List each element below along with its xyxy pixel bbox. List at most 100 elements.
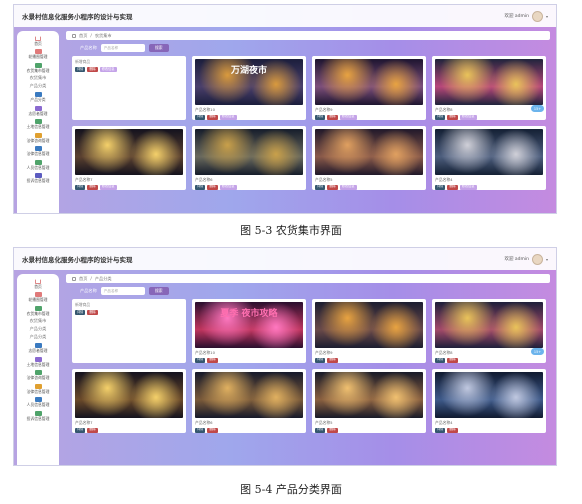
product-image[interactable] bbox=[435, 302, 543, 348]
sidebar-item[interactable]: 法律咨询管理 bbox=[17, 369, 59, 383]
edit-button[interactable]: 修改信息 bbox=[339, 114, 357, 120]
card-buttons: 详情 删除 修改信息 bbox=[195, 184, 303, 190]
app-title: 水景村信息化服务小程序的设计与实现 bbox=[22, 256, 133, 264]
delete-button[interactable]: 删除 bbox=[207, 357, 218, 363]
product-image[interactable] bbox=[75, 372, 183, 418]
home-icon[interactable] bbox=[72, 33, 76, 38]
edit-button[interactable]: 修改信息 bbox=[99, 184, 117, 190]
detail-button[interactable]: 详情 bbox=[435, 357, 446, 363]
edit-button[interactable]: 修改信息 bbox=[219, 184, 237, 190]
detail-button[interactable]: 详情 bbox=[315, 427, 326, 433]
product-image[interactable] bbox=[315, 302, 423, 348]
detail-button[interactable]: 详情 bbox=[75, 67, 86, 72]
sidebar-item[interactable]: 轮播图管理 bbox=[17, 48, 59, 62]
product-image[interactable]: 夏季 夜市攻略 bbox=[195, 302, 303, 348]
sidebar-item[interactable]: 产品分类 bbox=[17, 326, 59, 334]
search-button[interactable]: 搜索 bbox=[148, 44, 169, 52]
chat-bubble-badge[interactable]: 15+ bbox=[531, 348, 544, 355]
breadcrumb-item[interactable]: 首页 bbox=[79, 276, 87, 282]
avatar[interactable] bbox=[531, 253, 543, 265]
delete-button[interactable]: 删除 bbox=[207, 114, 218, 120]
sidebar-item-label: 法律信息管理 bbox=[26, 388, 50, 394]
delete-button[interactable]: 删除 bbox=[327, 427, 338, 433]
product-image[interactable] bbox=[435, 129, 543, 175]
edit-button[interactable]: 修改信息 bbox=[459, 114, 477, 120]
detail-button[interactable]: 详情 bbox=[75, 427, 86, 433]
delete-button[interactable]: 删除 bbox=[87, 427, 98, 433]
delete-button[interactable]: 删除 bbox=[87, 67, 98, 72]
product-name: 产品名称6 bbox=[195, 177, 213, 182]
product-image[interactable] bbox=[195, 372, 303, 418]
sidebar-item[interactable]: 土地信息管理 bbox=[17, 355, 59, 369]
search-button[interactable]: 搜索 bbox=[148, 287, 169, 295]
sidebar-item[interactable]: 农货集市 bbox=[17, 318, 59, 326]
home-icon[interactable] bbox=[72, 276, 76, 281]
sidebar-item[interactable]: 法律信息管理 bbox=[17, 382, 59, 396]
search-input[interactable]: 产品名称 bbox=[100, 44, 145, 52]
delete-button[interactable]: 删除 bbox=[447, 114, 458, 120]
detail-button[interactable]: 详情 bbox=[195, 427, 206, 433]
edit-button[interactable]: 修改信息 bbox=[339, 184, 357, 190]
sidebar-item[interactable]: 首页 bbox=[17, 34, 59, 48]
sidebar-item[interactable]: 产品分类 bbox=[17, 334, 59, 342]
chat-bubble-badge[interactable]: 15+ bbox=[531, 105, 544, 112]
detail-button[interactable]: 详情 bbox=[75, 184, 86, 190]
user-menu[interactable]: 欢迎 admin ▾ bbox=[504, 10, 548, 22]
detail-button[interactable]: 详情 bbox=[315, 184, 326, 190]
sidebar-item[interactable]: 志愿者管理 bbox=[17, 104, 59, 118]
sidebar-item[interactable]: 人员信息管理 bbox=[17, 158, 59, 172]
search-input[interactable]: 产品名称 bbox=[100, 287, 145, 295]
product-image[interactable] bbox=[195, 129, 303, 175]
delete-button[interactable]: 删除 bbox=[207, 427, 218, 433]
sidebar-item[interactable]: 投诉信息管理 bbox=[17, 409, 59, 423]
sidebar-item[interactable]: 农货集市 bbox=[17, 75, 59, 83]
delete-button[interactable]: 删除 bbox=[327, 357, 338, 363]
product-image[interactable] bbox=[435, 372, 543, 418]
chevron-down-icon[interactable]: ▾ bbox=[546, 257, 548, 262]
product-image[interactable] bbox=[315, 129, 423, 175]
breadcrumb-item[interactable]: 首页 bbox=[79, 33, 87, 39]
product-image[interactable]: 万湖夜市 bbox=[195, 59, 303, 105]
product-image[interactable] bbox=[315, 372, 423, 418]
delete-button[interactable]: 删除 bbox=[87, 310, 98, 315]
edit-button[interactable]: 修改信息 bbox=[219, 114, 237, 120]
breadcrumb-item[interactable]: 产品分类 bbox=[95, 276, 112, 282]
sidebar-item[interactable]: 轮播图管理 bbox=[17, 291, 59, 305]
sidebar-item[interactable]: 法律信息管理 bbox=[17, 145, 59, 159]
edit-button[interactable]: 修改信息 bbox=[99, 67, 117, 72]
detail-button[interactable]: 详情 bbox=[435, 184, 446, 190]
detail-button[interactable]: 详情 bbox=[195, 357, 206, 363]
detail-button[interactable]: 详情 bbox=[315, 114, 326, 120]
detail-button[interactable]: 详情 bbox=[435, 114, 446, 120]
sidebar-item[interactable]: 土地信息管理 bbox=[17, 118, 59, 132]
sidebar-item[interactable]: 法律咨询管理 bbox=[17, 131, 59, 145]
sidebar-item[interactable]: 志愿者管理 bbox=[17, 342, 59, 356]
delete-button[interactable]: 删除 bbox=[327, 184, 338, 190]
sidebar-item[interactable]: 农货集市管理 bbox=[17, 304, 59, 318]
edit-button[interactable]: 修改信息 bbox=[459, 184, 477, 190]
delete-button[interactable]: 删除 bbox=[447, 357, 458, 363]
product-image[interactable] bbox=[315, 59, 423, 105]
breadcrumb-item[interactable]: 农货集市 bbox=[95, 33, 112, 39]
detail-button[interactable]: 详情 bbox=[435, 427, 446, 433]
sidebar-item[interactable]: 投诉信息管理 bbox=[17, 172, 59, 186]
product-image[interactable] bbox=[75, 129, 183, 175]
detail-button[interactable]: 详情 bbox=[195, 114, 206, 120]
product-image[interactable] bbox=[435, 59, 543, 105]
delete-button[interactable]: 删除 bbox=[327, 114, 338, 120]
sidebar-item[interactable]: 首页 bbox=[17, 277, 59, 291]
detail-button[interactable]: 详情 bbox=[195, 184, 206, 190]
sidebar-item[interactable]: 农货集市管理 bbox=[17, 61, 59, 75]
avatar[interactable] bbox=[531, 10, 543, 22]
delete-button[interactable]: 删除 bbox=[447, 427, 458, 433]
sidebar-item[interactable]: 人员信息管理 bbox=[17, 396, 59, 410]
detail-button[interactable]: 详情 bbox=[75, 310, 86, 315]
chevron-down-icon[interactable]: ▾ bbox=[546, 14, 548, 19]
detail-button[interactable]: 详情 bbox=[315, 357, 326, 363]
delete-button[interactable]: 删除 bbox=[447, 184, 458, 190]
delete-button[interactable]: 删除 bbox=[207, 184, 218, 190]
sidebar-item[interactable]: 产品分类 bbox=[17, 91, 59, 105]
delete-button[interactable]: 删除 bbox=[87, 184, 98, 190]
sidebar-item[interactable]: 产品分类 bbox=[17, 83, 59, 91]
user-menu[interactable]: 欢迎 admin ▾ bbox=[504, 253, 548, 265]
